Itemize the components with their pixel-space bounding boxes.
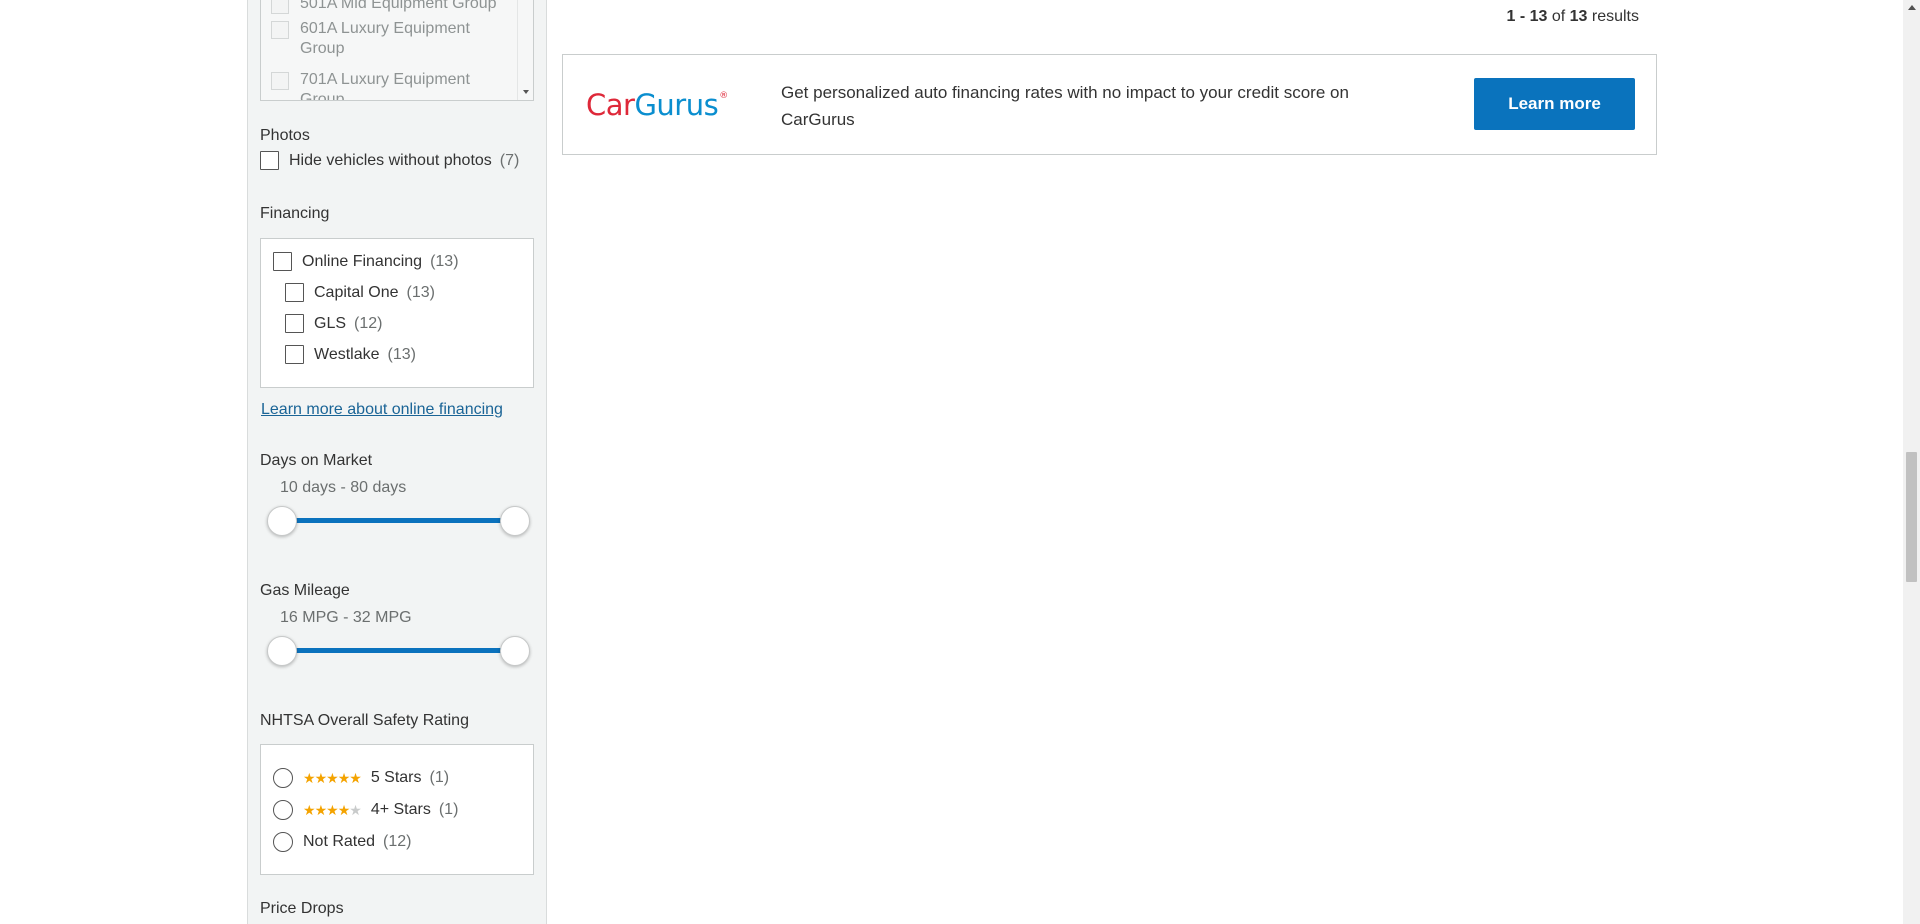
photos-title: Photos <box>260 127 310 144</box>
option-item[interactable]: 601A Luxury Equipment Group <box>271 19 510 59</box>
safety-rating-title: NHTSA Overall Safety Rating <box>260 712 469 729</box>
financing-promo-banner: Car Gurus ® Get personalized auto financin… <box>562 54 1657 155</box>
option-item[interactable]: 701A Luxury Equipment Group <box>271 70 510 101</box>
options-scrollbar[interactable] <box>517 0 533 100</box>
hide-no-photos-option[interactable]: Hide vehicles without photos (7) <box>260 151 519 170</box>
safety-rating-box: ★ ★ ★ ★ ★ 5 Stars (1) ★ ★ ★ ★ ★ 4+ Stars (1) Not… <box>260 744 534 875</box>
scroll-down-arrow-icon[interactable] <box>523 90 529 94</box>
slider-min-handle[interactable] <box>267 636 297 666</box>
five-stars-icon: ★ ★ ★ ★ ★ <box>303 769 362 786</box>
four-stars-icon: ★ ★ ★ ★ ★ <box>303 801 362 818</box>
slider-min-handle[interactable] <box>267 506 297 536</box>
filters-sidebar: 501A Mid Equipment Group 601A Luxury Equ… <box>247 0 547 924</box>
financing-label: Online Financing <box>302 252 423 270</box>
slider-track <box>282 518 516 523</box>
options-filter-list[interactable]: 501A Mid Equipment Group 601A Luxury Equ… <box>260 0 534 101</box>
rating-count: (1) <box>429 769 450 786</box>
rating-radio[interactable] <box>273 832 293 852</box>
rating-label: 5 Stars <box>370 769 422 786</box>
rating-count: (12) <box>383 833 412 850</box>
days-on-market-slider[interactable] <box>267 504 530 538</box>
financing-option-gls[interactable]: GLS (12) <box>285 314 382 333</box>
hide-no-photos-count: (7) <box>499 151 520 169</box>
option-checkbox[interactable] <box>271 21 289 39</box>
financing-label: Westlake <box>314 345 380 363</box>
financing-count: (13) <box>406 283 435 301</box>
rating-count: (1) <box>438 801 459 818</box>
hide-no-photos-checkbox[interactable] <box>260 151 279 170</box>
days-on-market-range: 10 days - 80 days <box>280 479 407 496</box>
financing-label: GLS <box>314 314 347 332</box>
financing-checkbox[interactable] <box>273 252 292 271</box>
results-separator: - <box>1515 8 1530 25</box>
option-label: 701A Luxury Equipment Group <box>300 71 470 101</box>
results-total: 13 <box>1569 8 1588 25</box>
rating-label: 4+ Stars <box>370 801 431 818</box>
financing-title: Financing <box>260 205 330 222</box>
gas-mileage-slider[interactable] <box>267 634 530 668</box>
financing-label: Capital One <box>314 283 399 301</box>
option-item[interactable]: 501A Mid Equipment Group <box>271 0 510 14</box>
rating-radio[interactable] <box>273 800 293 820</box>
financing-option-westlake[interactable]: Westlake (13) <box>285 345 416 364</box>
learn-more-financing-link[interactable]: Learn more about online financing <box>261 401 503 419</box>
gas-mileage-range: 16 MPG - 32 MPG <box>280 609 412 626</box>
financing-checkbox[interactable] <box>285 283 304 302</box>
financing-count: (13) <box>430 252 459 270</box>
results-suffix: results <box>1587 8 1639 25</box>
financing-count: (13) <box>387 345 416 363</box>
price-drops-title: Price Drops <box>260 900 344 917</box>
financing-filter-box: Online Financing (13) Capital One (13) G… <box>260 238 534 388</box>
financing-checkbox[interactable] <box>285 314 304 333</box>
option-checkbox[interactable] <box>271 72 289 90</box>
option-label: 501A Mid Equipment Group <box>300 0 497 12</box>
slider-track <box>282 648 516 653</box>
slider-max-handle[interactable] <box>500 506 530 536</box>
financing-checkbox[interactable] <box>285 345 304 364</box>
option-checkbox[interactable] <box>271 0 289 14</box>
slider-max-handle[interactable] <box>500 636 530 666</box>
rating-option-4-stars[interactable]: ★ ★ ★ ★ ★ 4+ Stars (1) <box>273 800 458 820</box>
scroll-up-arrow-icon[interactable] <box>1908 5 1916 10</box>
financing-option-capital-one[interactable]: Capital One (13) <box>285 283 435 302</box>
hide-no-photos-label: Hide vehicles without photos <box>289 151 492 169</box>
promo-text: Get personalized auto financing rates wi… <box>781 83 1349 129</box>
results-count: 1 - 13 of 13 results <box>1506 8 1639 26</box>
option-label: 601A Luxury Equipment Group <box>300 20 470 57</box>
financing-option-online[interactable]: Online Financing (13) <box>273 252 459 271</box>
page-scrollbar[interactable] <box>1903 0 1920 924</box>
rating-label: Not Rated <box>303 833 376 850</box>
financing-count: (12) <box>354 314 383 332</box>
rating-option-not-rated[interactable]: Not Rated (12) <box>273 832 412 852</box>
gas-mileage-title: Gas Mileage <box>260 582 350 599</box>
learn-more-button[interactable]: Learn more <box>1474 78 1635 130</box>
scrollbar-thumb[interactable] <box>1906 452 1917 582</box>
rating-option-5-stars[interactable]: ★ ★ ★ ★ ★ 5 Stars (1) <box>273 768 449 788</box>
rating-radio[interactable] <box>273 768 293 788</box>
days-on-market-title: Days on Market <box>260 452 373 469</box>
results-of: of <box>1547 8 1570 25</box>
results-end: 13 <box>1529 8 1548 25</box>
cargurus-logo: Car Gurus ® <box>586 88 728 122</box>
